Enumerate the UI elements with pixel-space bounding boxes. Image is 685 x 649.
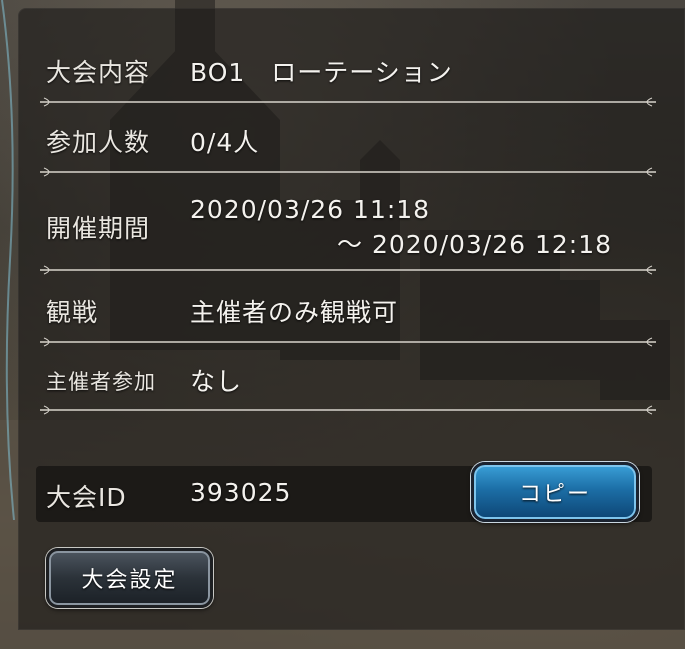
copy-button[interactable]: コピー xyxy=(471,462,639,522)
host-participation-label: 主催者参加 xyxy=(46,370,156,394)
format-label: 大会内容 xyxy=(46,58,151,87)
period-start: 2020/03/26 11:18 xyxy=(190,195,431,224)
tournament-id-label: 大会ID xyxy=(46,483,127,512)
divider xyxy=(40,264,656,276)
divider xyxy=(40,166,656,178)
tournament-id-value: 393025 xyxy=(190,478,292,507)
participants-label: 参加人数 xyxy=(46,128,151,157)
format-value: BO1 ローテーション xyxy=(190,58,453,87)
divider xyxy=(40,96,656,108)
tournament-settings-button[interactable]: 大会設定 xyxy=(46,548,213,608)
period-label: 開催期間 xyxy=(46,214,151,243)
period-end: ～ 2020/03/26 12:18 xyxy=(337,230,613,259)
divider xyxy=(40,336,656,348)
divider xyxy=(40,404,656,416)
host-participation-value: なし xyxy=(190,367,243,396)
spectate-value: 主催者のみ観戦可 xyxy=(190,298,399,327)
participants-value: 0/4人 xyxy=(190,128,260,157)
spectate-label: 観戦 xyxy=(46,298,99,327)
